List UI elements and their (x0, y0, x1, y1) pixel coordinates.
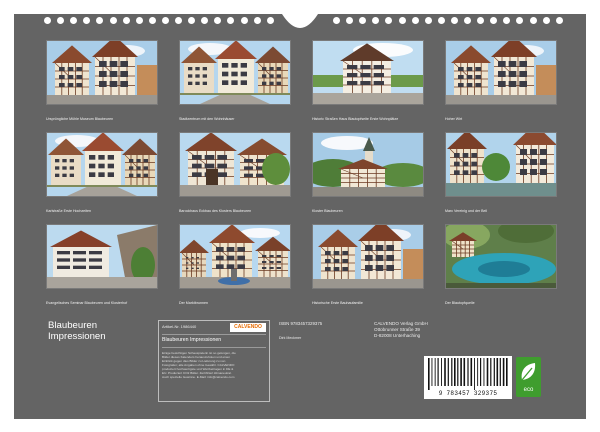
hanger-notch (282, 14, 318, 28)
publisher-address: CALVENDO Verlag GmbH Ottobrunner Straße … (374, 321, 428, 339)
binding-hole (464, 17, 471, 24)
binding-hole (161, 17, 169, 24)
binding-hole (240, 17, 248, 24)
photo-caption: Stadtzentrum mit den Wohnhäuser (179, 117, 235, 121)
binding-hole (490, 17, 498, 24)
binding-hole (398, 17, 406, 24)
binding-hole (411, 17, 419, 24)
photo-caption: Ursprüngliche Mühle Museum Blaubeuren (46, 117, 114, 121)
binding-hole (266, 17, 274, 24)
product-info-box: Artikel-Nr. 1986440 CALVENDO Blaubeuren … (158, 320, 270, 402)
cover-title-line-1: Blaubeuren (48, 320, 98, 331)
calendar-photo (445, 132, 557, 197)
binding-hole (529, 17, 537, 24)
calendar-photo (46, 132, 158, 197)
photo-caption: Der Marktbrunnen (179, 301, 208, 305)
article-number: Artikel-Nr. 1986440 (162, 324, 197, 329)
photo-caption: Barockhaus Eckbau des Klosters Blaubeure… (179, 209, 252, 213)
calendar-photo (46, 40, 158, 105)
calendar-photo (312, 40, 424, 105)
binding-hole (555, 17, 563, 24)
eco-label: eco (523, 387, 534, 393)
photo-caption: Der Blautopfquelle (445, 301, 475, 305)
photo-caption: Hoher Wirt (445, 117, 463, 121)
calendar-photo (445, 224, 557, 289)
binding-hole (424, 17, 432, 24)
photo-caption: Kloster Blaubeuren (312, 209, 343, 213)
publisher-city: D-82008 Unterhaching (374, 333, 421, 338)
barcode-bars (428, 358, 508, 390)
calvendo-logo: CALVENDO (230, 323, 266, 332)
binding-hole (516, 17, 524, 24)
binding-hole (83, 17, 91, 24)
info-divider (162, 334, 266, 335)
binding-hole (57, 17, 65, 24)
binding-hole (201, 17, 209, 24)
eco-badge: eco (516, 357, 541, 397)
binding-hole (385, 17, 393, 24)
photo-caption: Historic Straßen Haus Blautopfseite Erst… (312, 117, 399, 121)
binding-hole (96, 17, 104, 24)
binding-hole (70, 17, 78, 24)
cover-title-line-2: Impressionen (48, 331, 106, 342)
photo-caption: Historische Erste Bauhaufamilie (312, 301, 363, 305)
photo-caption: Marc Vereinig und der Bell (445, 209, 488, 213)
binding-hole (122, 17, 130, 24)
calendar-photo (312, 132, 424, 197)
calendar-photo (179, 224, 291, 289)
binding-hole (135, 17, 143, 24)
binding-hole (542, 17, 550, 24)
calendar-photo (46, 224, 158, 289)
photo-caption: Evangelisches Seminar Blaubeuren und Klo… (46, 301, 128, 305)
binding-hole (477, 17, 485, 24)
photographer: Dirk Meckmer (279, 336, 302, 340)
binding-hole (437, 17, 445, 24)
isbn-block: ISBN 9783457329375 Dirk Meckmer (279, 321, 322, 341)
info-divider (162, 347, 266, 348)
binding-hole (227, 17, 235, 24)
binding-hole (346, 17, 354, 24)
calendar-photo (179, 40, 291, 105)
binding-hole (188, 17, 196, 24)
binding-hole (175, 17, 182, 24)
binding-hole (148, 17, 156, 24)
binding-hole (359, 17, 367, 24)
calendar-title: Blaubeuren Impressionen (162, 337, 222, 343)
binding-hole (253, 17, 261, 24)
photo-caption: Karlstraße Erste Hochzeiten (46, 209, 91, 213)
binding-hole (450, 17, 458, 24)
calendar-photo (445, 40, 557, 105)
calendar-photo (312, 224, 424, 289)
isbn: ISBN 9783457329375 (279, 321, 323, 326)
leaf-icon (521, 363, 536, 381)
binding-hole (503, 17, 511, 24)
binding-hole (214, 17, 222, 24)
cover-title: Blaubeuren Impressionen (48, 320, 106, 342)
calendar-photo (179, 132, 291, 197)
binding-hole (109, 17, 117, 24)
binding-hole (333, 17, 340, 24)
binding-hole (44, 17, 51, 24)
fine-print: Einige besichtigen Schauspielerin ist so… (162, 351, 236, 379)
barcode-number: 9 783457 329375 (438, 390, 498, 397)
binding-hole (372, 17, 380, 24)
